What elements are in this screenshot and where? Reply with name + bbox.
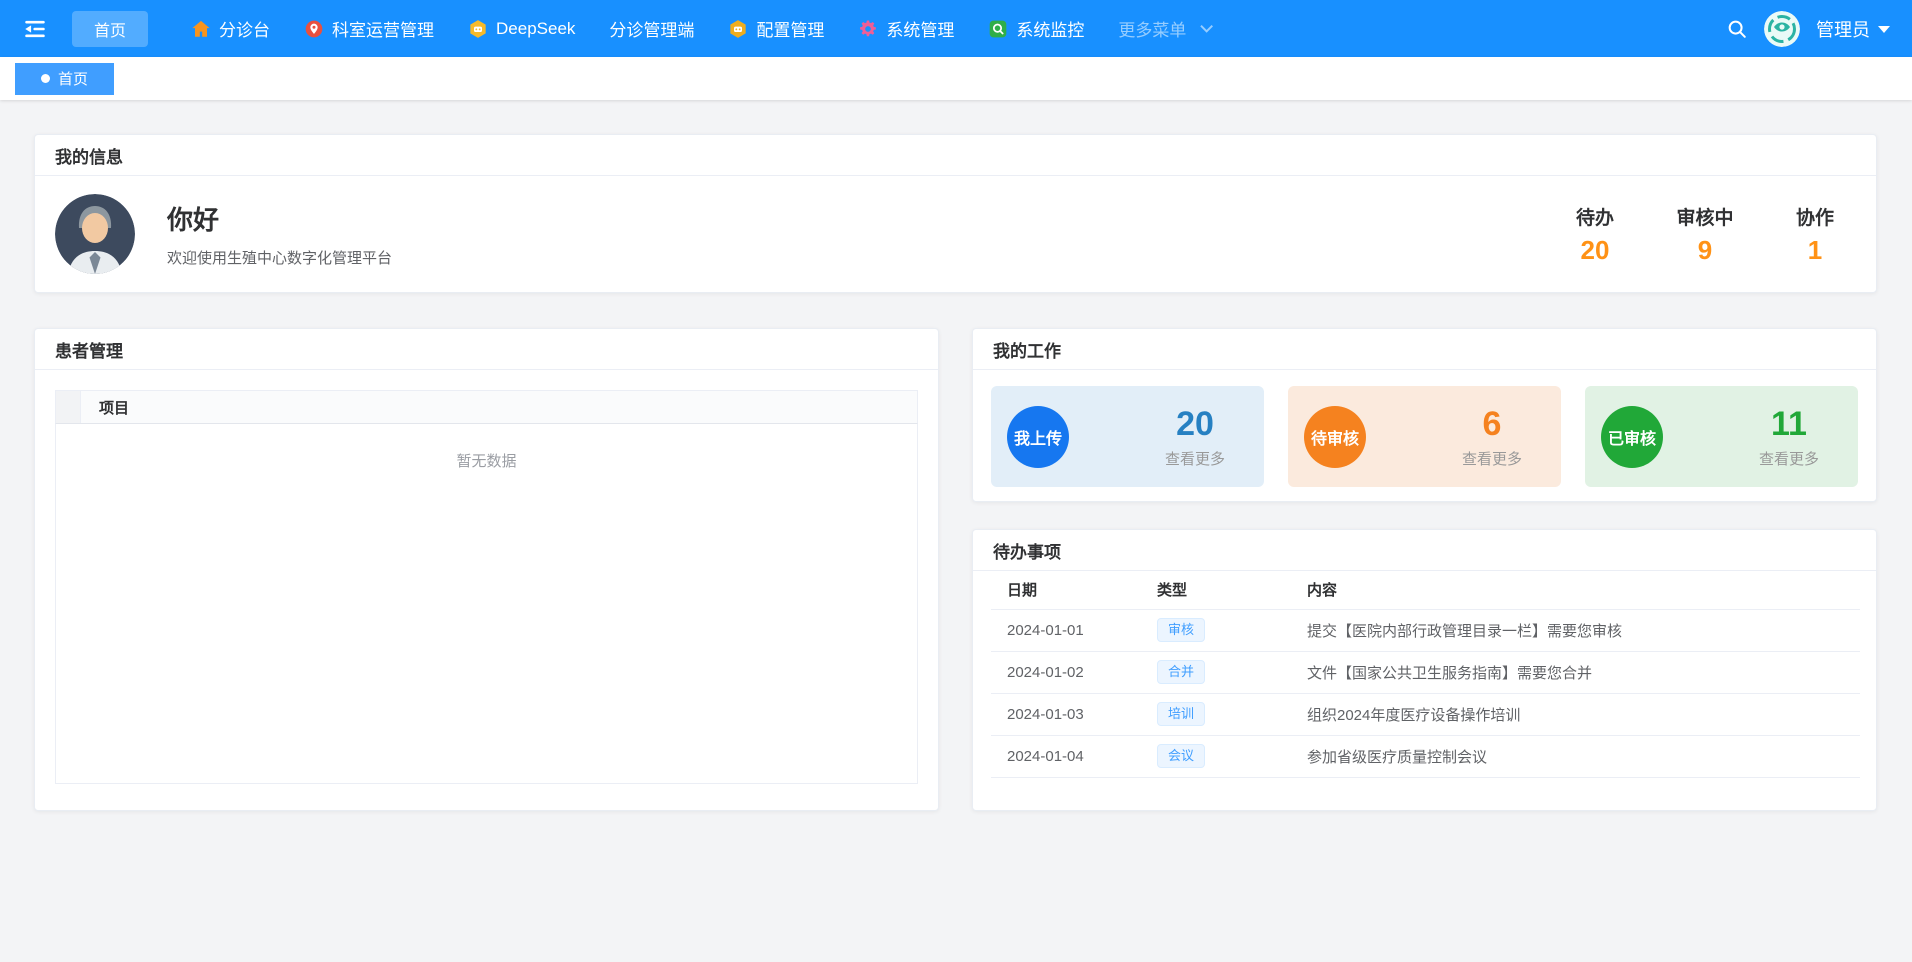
todo-date: 2024-01-03 <box>991 693 1141 735</box>
uploaded-count: 20 <box>1152 405 1238 444</box>
nav-item-label: 系统监控 <box>1016 16 1084 41</box>
nav-item-label: 配置管理 <box>756 16 824 41</box>
config-hexagon-icon <box>728 19 748 39</box>
info-stats: 待办 20 审核中 9 协作 1 <box>1566 203 1844 266</box>
nav-item-label: 更多菜单 <box>1118 16 1186 41</box>
user-name: 管理员 <box>1816 16 1870 42</box>
todo-date: 2024-01-01 <box>991 609 1141 651</box>
my-work-card: 我的工作 我上传 20 查看更多 待审核 6 查看更多 <box>972 328 1877 502</box>
chevron-down-icon <box>1201 20 1214 33</box>
active-tab-dot <box>41 74 50 83</box>
work-card-pending-review[interactable]: 待审核 6 查看更多 <box>1288 386 1561 487</box>
type-tag: 培训 <box>1157 702 1205 726</box>
nav-item-label: 科室运营管理 <box>332 16 434 41</box>
tab-home[interactable]: 首页 <box>15 63 114 95</box>
home-icon <box>191 19 211 39</box>
monitor-icon <box>988 19 1008 39</box>
greeting-text: 你好 <box>167 200 392 237</box>
navbar-right: 管理员 <box>1726 11 1890 47</box>
column-header-date: 日期 <box>991 571 1141 609</box>
nav-item-more-menu[interactable]: 更多菜单 <box>1101 16 1226 41</box>
patient-mgmt-title: 患者管理 <box>35 329 938 370</box>
tags-view-bar: 首页 <box>0 57 1912 100</box>
patient-mgmt-card: 患者管理 项目 暂无数据 <box>34 328 939 811</box>
nav-item-system-admin[interactable]: 系统管理 <box>841 16 971 41</box>
reviewed-circle-badge: 已审核 <box>1601 406 1663 468</box>
nav-item-label: 系统管理 <box>886 16 954 41</box>
pending-stats: 6 查看更多 <box>1449 405 1535 469</box>
selection-column-header <box>56 391 81 423</box>
todo-content: 参加省级医疗质量控制会议 <box>1291 735 1860 777</box>
caret-down-icon <box>1878 26 1890 33</box>
stat-collaboration: 协作 1 <box>1786 203 1844 266</box>
my-info-body: 你好 欢迎使用生殖中心数字化管理平台 待办 20 审核中 9 协作 1 <box>35 176 1876 292</box>
stat-reviewing: 审核中 9 <box>1676 203 1734 266</box>
todo-date: 2024-01-02 <box>991 651 1141 693</box>
view-more-link[interactable]: 查看更多 <box>1746 448 1832 469</box>
nav-item-triage-admin[interactable]: 分诊管理端 <box>592 16 711 41</box>
my-info-card: 我的信息 你好 欢迎使用生殖中心数字化管理平台 <box>34 134 1877 293</box>
todo-card: 待办事项 日期 类型 内容 2024-01-01 审核 提交【医院内部 <box>972 529 1877 811</box>
uploaded-circle-badge: 我上传 <box>1007 406 1069 468</box>
pending-count: 6 <box>1449 405 1535 444</box>
nav-item-label: DeepSeek <box>496 19 575 39</box>
table-row[interactable]: 2024-01-03 培训 组织2024年度医疗设备操作培训 <box>991 693 1860 735</box>
todo-table: 日期 类型 内容 2024-01-01 审核 提交【医院内部行政管理目录一栏】需… <box>991 571 1860 778</box>
sidebar-fold-icon[interactable] <box>22 16 48 42</box>
greeting-block: 你好 欢迎使用生殖中心数字化管理平台 <box>167 200 392 268</box>
work-card-reviewed[interactable]: 已审核 11 查看更多 <box>1585 386 1858 487</box>
profile-avatar <box>55 194 135 274</box>
user-avatar[interactable] <box>1764 11 1800 47</box>
view-more-link[interactable]: 查看更多 <box>1152 448 1238 469</box>
pending-circle-badge: 待审核 <box>1304 406 1366 468</box>
my-work-body: 我上传 20 查看更多 待审核 6 查看更多 <box>973 370 1876 503</box>
nav-item-label: 分诊管理端 <box>609 16 694 41</box>
patient-table: 项目 暂无数据 <box>55 390 918 784</box>
main-content: 我的信息 你好 欢迎使用生殖中心数字化管理平台 <box>0 100 1912 811</box>
nav-item-system-monitor[interactable]: 系统监控 <box>971 16 1101 41</box>
pin-badge-icon <box>304 19 324 39</box>
nav-item-label: 分诊台 <box>219 16 270 41</box>
column-header-type: 类型 <box>1141 571 1291 609</box>
uploaded-stats: 20 查看更多 <box>1152 405 1238 469</box>
type-tag: 会议 <box>1157 744 1205 768</box>
top-navbar: 首页 分诊台 科室运营管理 DeepSeek 分诊管理端 配置管理 系统管理 <box>0 0 1912 57</box>
table-row[interactable]: 2024-01-01 审核 提交【医院内部行政管理目录一栏】需要您审核 <box>991 609 1860 651</box>
column-header-project: 项目 <box>81 397 129 418</box>
patient-table-body: 暂无数据 <box>55 424 918 784</box>
todo-content: 提交【医院内部行政管理目录一栏】需要您审核 <box>1291 609 1860 651</box>
gear-icon <box>858 19 878 39</box>
reviewed-count: 11 <box>1746 405 1832 444</box>
nav-item-dept-ops[interactable]: 科室运营管理 <box>287 16 451 41</box>
nav-item-triage-desk[interactable]: 分诊台 <box>174 16 287 41</box>
table-row[interactable]: 2024-01-02 合并 文件【国家公共卫生服务指南】需要您合并 <box>991 651 1860 693</box>
column-header-content: 内容 <box>1291 571 1860 609</box>
tab-label: 首页 <box>58 68 88 89</box>
work-card-uploaded[interactable]: 我上传 20 查看更多 <box>991 386 1264 487</box>
user-menu[interactable]: 管理员 <box>1816 16 1890 42</box>
my-info-title: 我的信息 <box>35 135 1876 176</box>
type-tag: 合并 <box>1157 660 1205 684</box>
todo-title: 待办事项 <box>973 530 1876 571</box>
nav-item-deepseek[interactable]: DeepSeek <box>451 19 592 39</box>
empty-data-text: 暂无数据 <box>56 424 917 471</box>
robot-hexagon-icon <box>468 19 488 39</box>
patient-table-header: 项目 <box>55 390 918 424</box>
my-work-title: 我的工作 <box>973 329 1876 370</box>
view-more-link[interactable]: 查看更多 <box>1449 448 1535 469</box>
stat-pending: 待办 20 <box>1566 203 1624 266</box>
todo-date: 2024-01-04 <box>991 735 1141 777</box>
nav-home-button[interactable]: 首页 <box>72 11 148 47</box>
table-row[interactable]: 2024-01-04 会议 参加省级医疗质量控制会议 <box>991 735 1860 777</box>
search-icon[interactable] <box>1726 18 1748 40</box>
nav-item-config[interactable]: 配置管理 <box>711 16 841 41</box>
todo-content: 组织2024年度医疗设备操作培训 <box>1291 693 1860 735</box>
type-tag: 审核 <box>1157 618 1205 642</box>
todo-content: 文件【国家公共卫生服务指南】需要您合并 <box>1291 651 1860 693</box>
welcome-text: 欢迎使用生殖中心数字化管理平台 <box>167 247 392 268</box>
reviewed-stats: 11 查看更多 <box>1746 405 1832 469</box>
